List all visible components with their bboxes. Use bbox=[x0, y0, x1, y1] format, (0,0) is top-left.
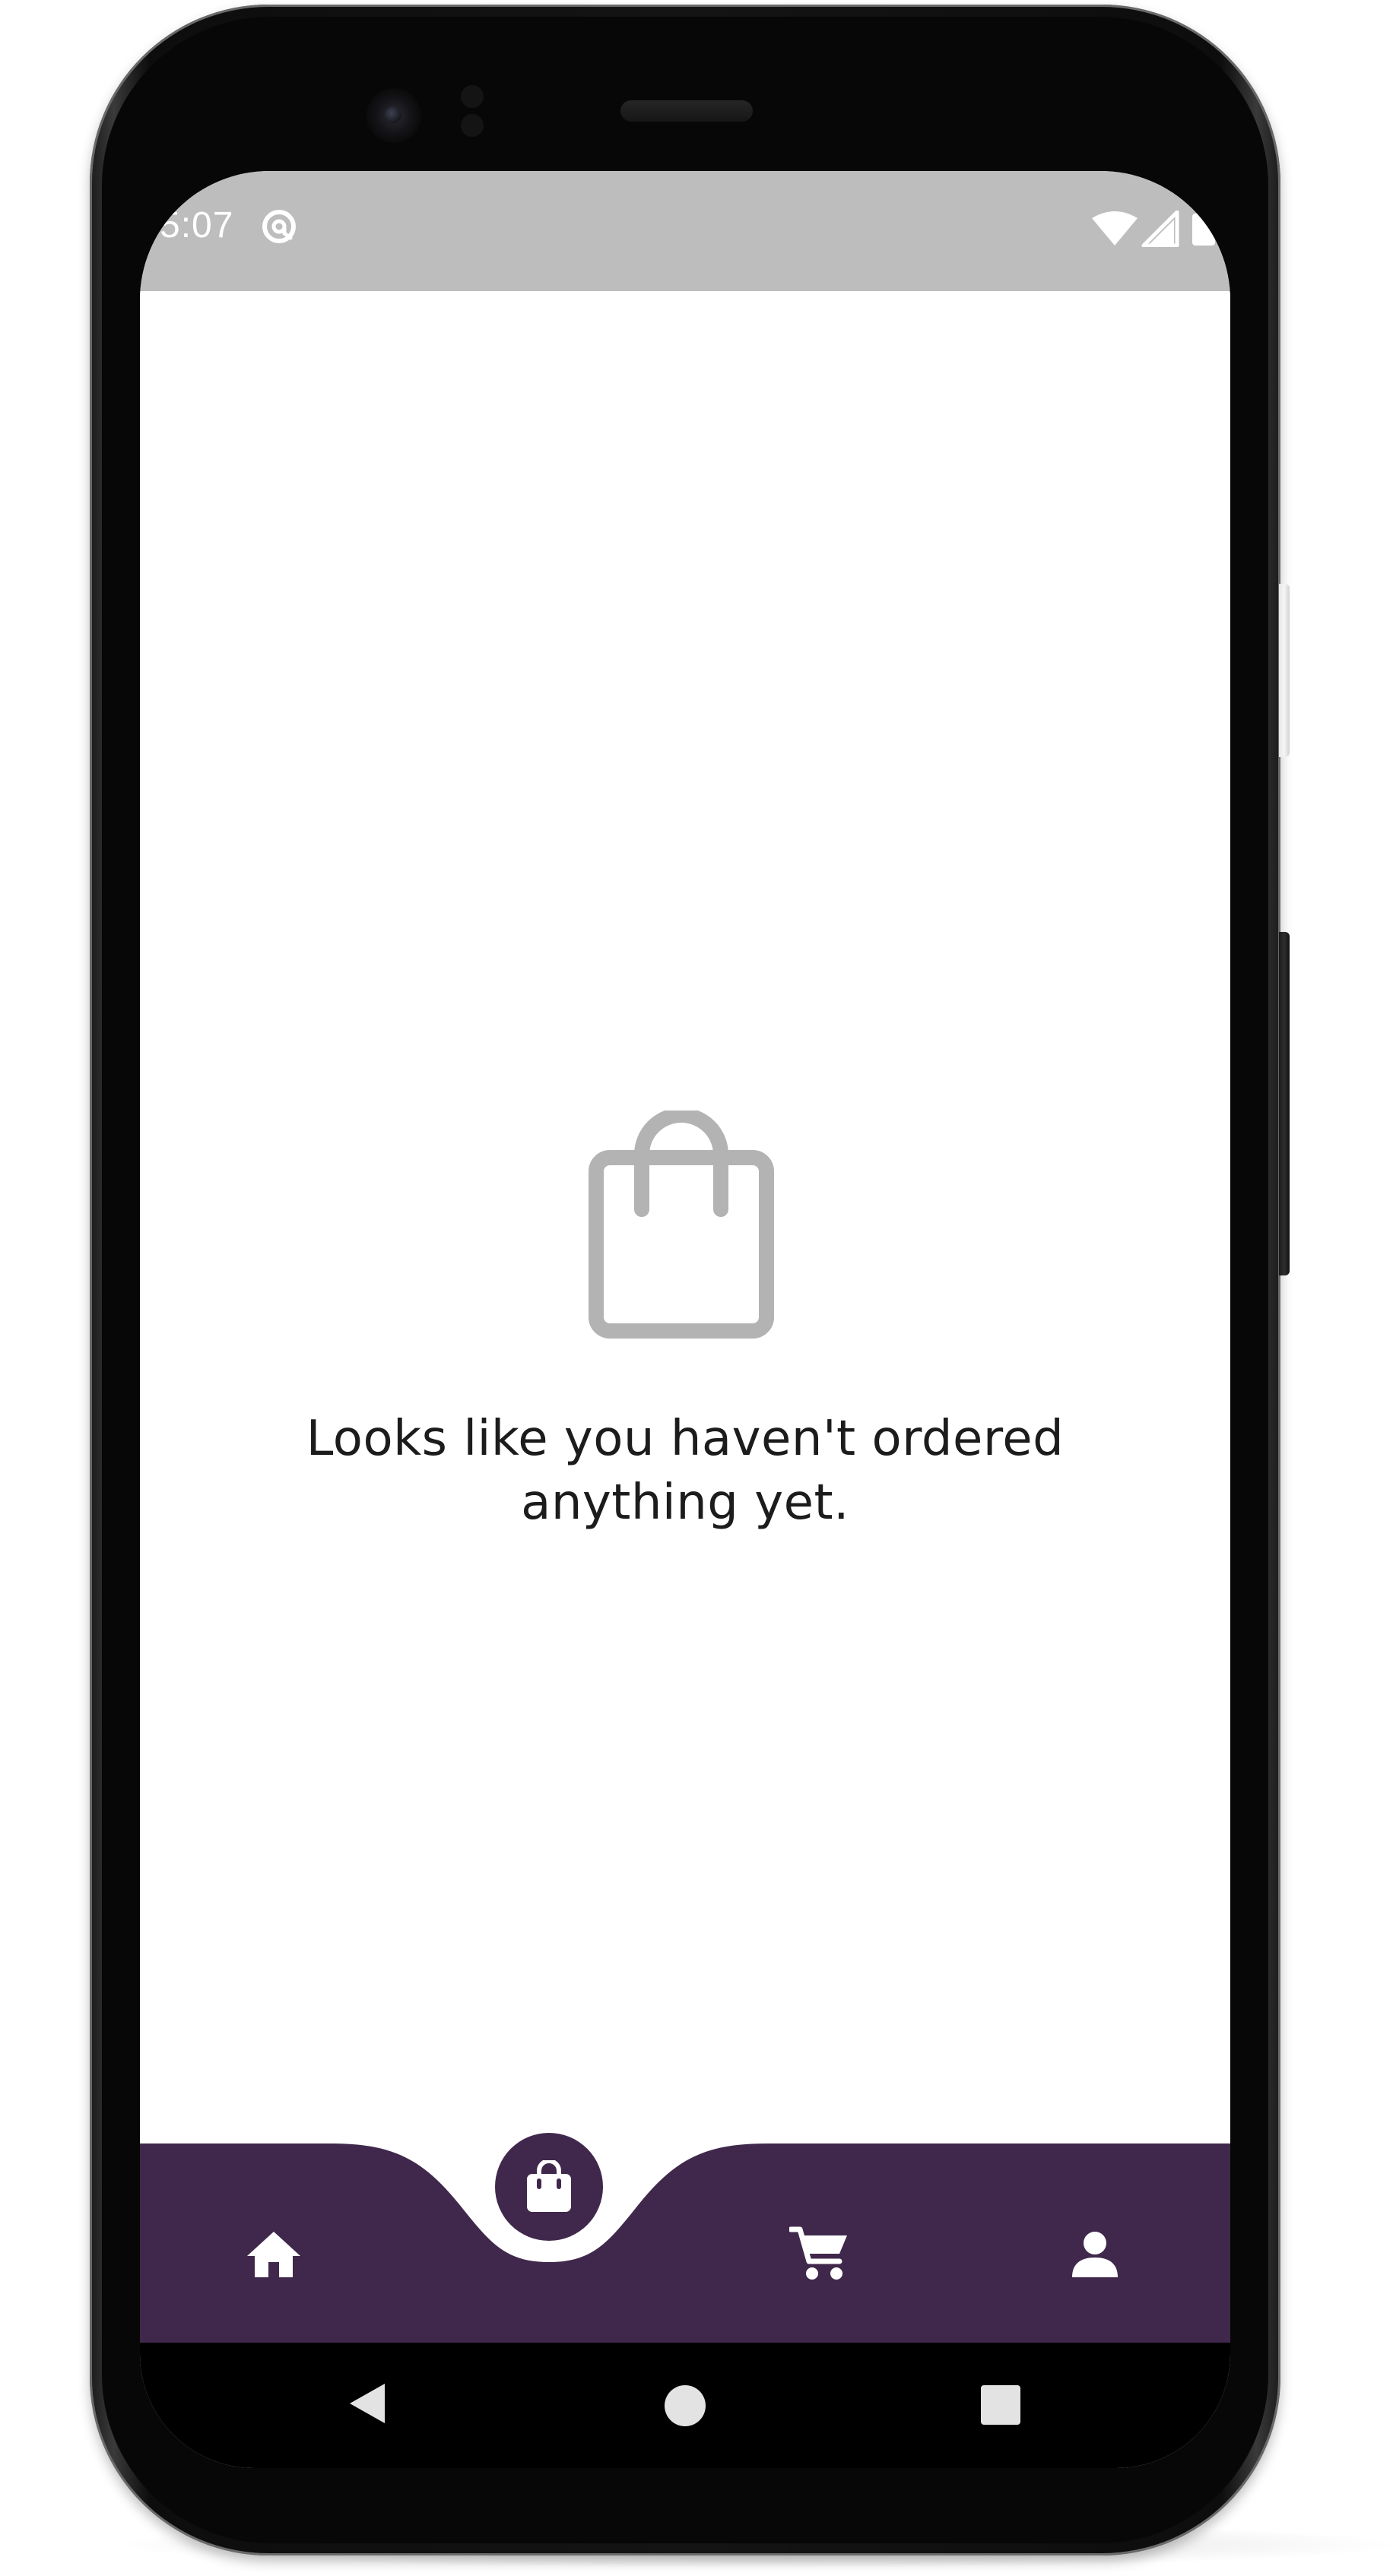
back-triangle-icon[interactable] bbox=[345, 2381, 391, 2426]
power-button bbox=[1279, 584, 1290, 757]
wifi-icon bbox=[1092, 211, 1138, 246]
home-icon bbox=[247, 2232, 300, 2277]
nav-home[interactable] bbox=[228, 2209, 319, 2300]
status-time: 5:07 bbox=[160, 205, 234, 246]
phone-screen: 5:07 Looks like you haven't ordered anyt… bbox=[140, 171, 1230, 2468]
person-icon bbox=[1072, 2232, 1118, 2277]
device-mockup: 5:07 Looks like you haven't ordered anyt… bbox=[0, 0, 1393, 2576]
earpiece-speaker bbox=[620, 100, 753, 122]
status-bar: 5:07 bbox=[140, 171, 1230, 291]
orders-empty-page: Looks like you haven't ordered anything … bbox=[140, 291, 1230, 2143]
at-circle-icon bbox=[262, 210, 296, 243]
recents-square-icon[interactable] bbox=[981, 2385, 1020, 2425]
nav-profile[interactable] bbox=[1049, 2209, 1141, 2300]
volume-button bbox=[1279, 932, 1290, 1275]
status-icons bbox=[1092, 211, 1215, 247]
proximity-sensor bbox=[461, 85, 484, 108]
nav-cart[interactable] bbox=[774, 2209, 865, 2300]
system-navigation-bar bbox=[140, 2343, 1230, 2468]
empty-state-message: Looks like you haven't ordered anything … bbox=[306, 1411, 1065, 1531]
shopping-bag-icon bbox=[527, 2160, 571, 2212]
home-circle-icon[interactable] bbox=[665, 2385, 706, 2426]
cart-icon bbox=[789, 2226, 847, 2280]
camera-lens bbox=[385, 106, 401, 123]
shopping-bag-outline-icon bbox=[589, 1111, 774, 1339]
battery-icon bbox=[1192, 214, 1215, 246]
light-sensor bbox=[461, 114, 484, 137]
bottom-navigation-bar bbox=[140, 2133, 1230, 2343]
nav-orders[interactable] bbox=[495, 2133, 603, 2241]
